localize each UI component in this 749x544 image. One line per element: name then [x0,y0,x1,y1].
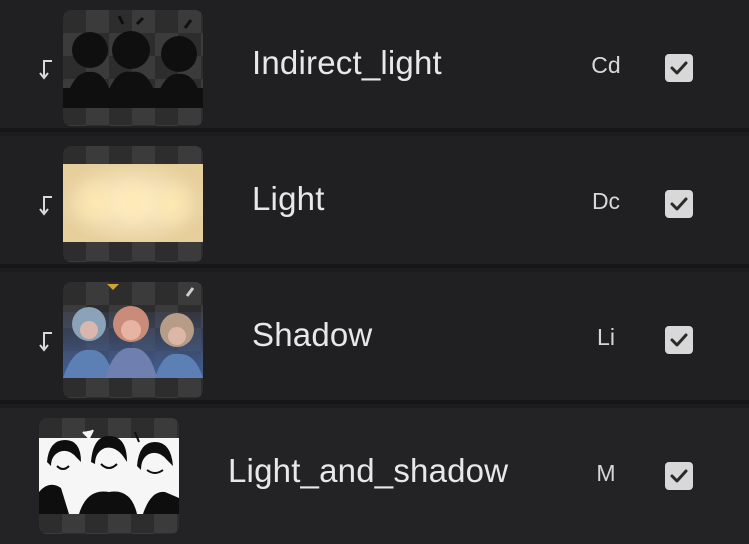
checkmark-icon [670,61,688,75]
clipping-mask-arrow-icon [39,60,52,80]
layer-thumbnail-shadow[interactable] [63,282,203,398]
layer-name[interactable]: Indirect_light [252,44,442,82]
checkmark-icon [670,469,688,483]
checkmark-icon [670,333,688,347]
layer-blend-mode[interactable]: Dc [576,188,636,215]
layer-blend-mode[interactable]: M [576,460,636,487]
clipping-mask-arrow-icon [39,196,52,216]
layer-visibility-checkbox[interactable] [665,462,693,490]
layer-visibility-checkbox[interactable] [665,54,693,82]
layer-name[interactable]: Light [252,180,325,218]
layer-name[interactable]: Shadow [252,316,372,354]
layer-blend-mode[interactable]: Li [576,324,636,351]
checkmark-icon [670,197,688,211]
layer-visibility-checkbox[interactable] [665,326,693,354]
layer-visibility-checkbox[interactable] [665,190,693,218]
clipping-mask-arrow-icon [39,332,52,352]
layer-row-indirect-light[interactable]: Indirect_light Cd [0,0,749,132]
layer-row-light-and-shadow[interactable]: Light_and_shadow M [0,408,749,544]
layer-name[interactable]: Light_and_shadow [228,452,508,490]
layer-row-shadow[interactable]: Shadow Li [0,272,749,404]
layer-thumbnail-light-and-shadow[interactable] [39,418,179,534]
layer-thumbnail-light[interactable] [63,146,203,262]
layer-thumbnail-indirect-light[interactable] [63,10,203,126]
layer-blend-mode[interactable]: Cd [576,52,636,79]
layers-panel: Indirect_light Cd Light Dc Shadow Li Lig… [0,0,749,544]
layer-row-light[interactable]: Light Dc [0,136,749,268]
